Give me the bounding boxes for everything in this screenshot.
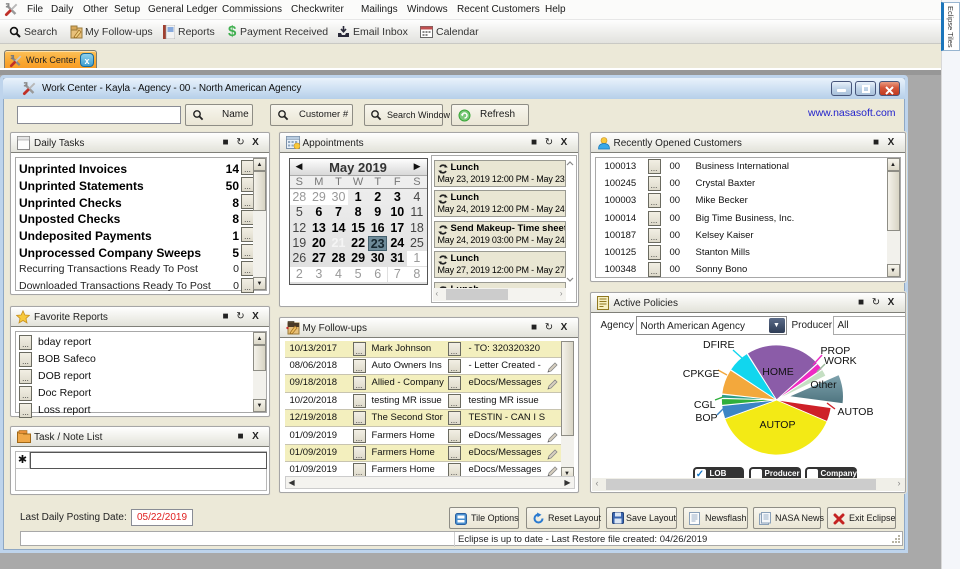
svg-text:AUTOB: AUTOB	[837, 406, 873, 418]
svg-text:DFIRE: DFIRE	[703, 339, 735, 351]
svg-text:WORK: WORK	[824, 355, 857, 367]
svg-text:HOME: HOME	[762, 366, 794, 378]
svg-text:Other: Other	[810, 379, 837, 391]
svg-text:AUTOP: AUTOP	[759, 419, 795, 431]
svg-text:CPKGE: CPKGE	[682, 368, 719, 380]
svg-text:BOP: BOP	[695, 412, 717, 424]
svg-text:CGL: CGL	[693, 399, 715, 411]
